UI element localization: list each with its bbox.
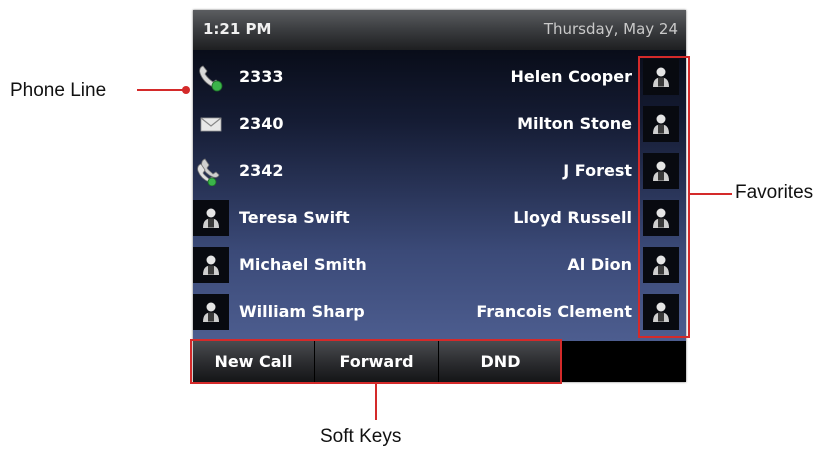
contact-icon [203, 255, 219, 275]
line-key-2340[interactable] [193, 106, 229, 142]
softkeys-highlight [190, 339, 562, 384]
handset-registered-icon [199, 65, 223, 92]
favorite-name-label: Helen Cooper [510, 67, 632, 86]
contact-row: Teresa Swift Lloyd Russell [193, 197, 686, 239]
contact-icon [203, 302, 219, 322]
softkey-empty[interactable] [563, 341, 686, 382]
favorites-callout: Favorites [735, 182, 814, 203]
softkeys-callout-line [375, 384, 377, 420]
line-number-label: 2340 [239, 114, 284, 133]
line-number-label: 2333 [239, 67, 284, 86]
line-row: 2333 Helen Cooper [193, 56, 686, 98]
contact-key-michael-smith[interactable] [193, 247, 229, 283]
contact-name-label: Michael Smith [239, 255, 367, 274]
phone-line-callout-dot [182, 86, 190, 94]
favorite-name-label: J Forest [563, 161, 632, 180]
contact-key-teresa-swift[interactable] [193, 200, 229, 236]
contact-key-william-sharp[interactable] [193, 294, 229, 330]
phone-screen: 1:21 PM Thursday, May 24 2333 Helen Coop… [193, 10, 686, 382]
line-key-2342[interactable] [193, 153, 229, 189]
contact-row: William Sharp Francois Clement [193, 291, 686, 333]
envelope-icon [200, 117, 222, 132]
phone-line-callout-line [137, 89, 183, 91]
favorites-callout-line [690, 193, 732, 195]
contact-name-label: Teresa Swift [239, 208, 350, 227]
status-date: Thursday, May 24 [543, 20, 678, 38]
line-number-label: 2342 [239, 161, 284, 180]
contact-icon [203, 208, 219, 228]
favorite-name-label: Al Dion [567, 255, 632, 274]
line-key-2333[interactable] [193, 59, 229, 95]
soft-keys-callout: Soft Keys [320, 426, 402, 447]
line-row: 2342 J Forest [193, 150, 686, 192]
contact-row: Michael Smith Al Dion [193, 244, 686, 286]
shared-line-icon [197, 158, 220, 186]
favorite-name-label: Milton Stone [517, 114, 632, 133]
favorite-name-label: Lloyd Russell [513, 208, 632, 227]
line-row: 2340 Milton Stone [193, 103, 686, 145]
status-bar: 1:21 PM Thursday, May 24 [193, 10, 686, 50]
favorite-name-label: Francois Clement [476, 302, 632, 321]
contact-name-label: William Sharp [239, 302, 365, 321]
phone-line-callout: Phone Line [10, 80, 107, 101]
status-time: 1:21 PM [203, 20, 272, 38]
favorites-highlight [638, 56, 690, 338]
